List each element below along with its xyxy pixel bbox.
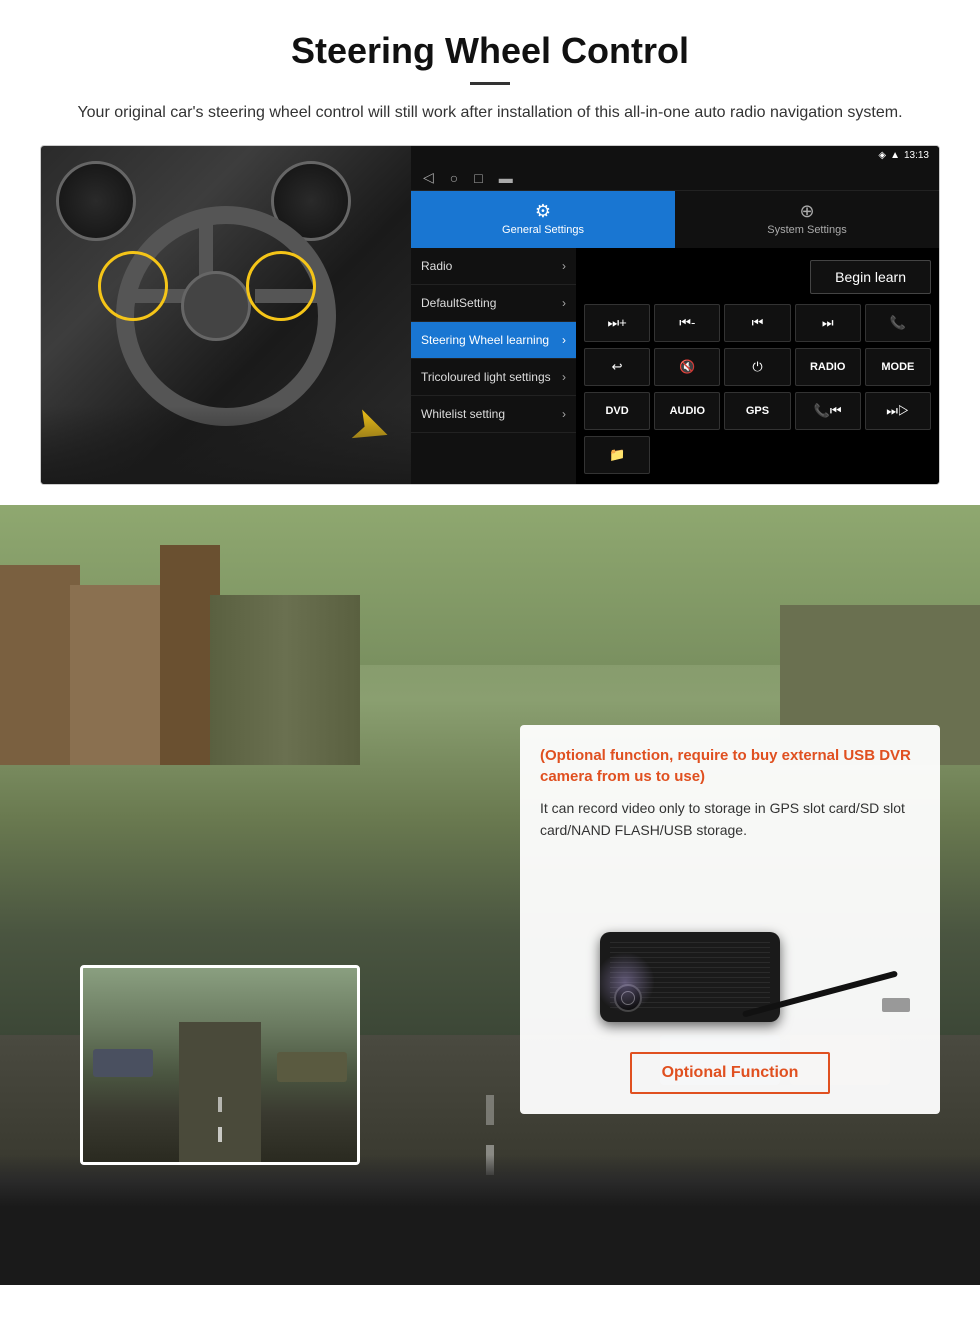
ui-screenshot: ➤ ◈ ▲ 13:13 ◁ ○ □ ▬ [40,145,940,485]
dashboard-bg [41,406,411,485]
android-nav-bar: ◁ ○ □ ▬ [411,165,939,191]
dvr-section: Support DVR (Optional function, require … [0,505,980,1285]
menu-item-tricoloured-label: Tricoloured light settings [421,370,551,384]
menu-item-whitelist-label: Whitelist setting [421,407,505,421]
building-2 [70,585,170,765]
ctrl-power[interactable]: ⏻ [724,348,790,386]
menu-nav-icon[interactable]: ▬ [499,170,513,186]
ctrl-mode[interactable]: MODE [865,348,931,386]
dvr-description: It can record video only to storage in G… [540,797,920,842]
chevron-icon-3: › [562,333,566,347]
android-statusbar: ◈ ▲ 13:13 [411,146,939,165]
wheel-center [181,271,251,341]
dvr-camera-image [540,862,920,1042]
steering-subtitle: Your original car's steering wheel contr… [60,101,920,125]
tab-system-label: System Settings [767,224,846,236]
ctrl-radio[interactable]: RADIO [795,348,861,386]
status-icons: ◈ ▲ 13:13 [878,150,929,161]
road-line-3 [486,1095,494,1125]
recent-nav-icon[interactable]: □ [474,170,482,186]
building-1 [0,565,80,765]
thumbnail-bg [83,968,357,1162]
dvr-optional-text: (Optional function, require to buy exter… [540,745,920,787]
home-nav-icon[interactable]: ○ [450,170,458,186]
control-grid-row1: ⏭+ ⏮- ⏮ ⏭ 📞 [584,304,931,342]
back-nav-icon[interactable]: ◁ [423,169,434,186]
optional-btn-container: Optional Function [540,1042,920,1094]
menu-item-steering-label: Steering Wheel learning [421,333,549,347]
menu-item-radio[interactable]: Radio › [411,248,576,285]
ctrl-phone[interactable]: 📞 [865,304,931,342]
control-grid-row2: ↩ 🔇 ⏻ RADIO MODE [584,348,931,386]
control-grid-row3: DVD AUDIO GPS 📞⏮ ⏭▷ [584,392,931,430]
ctrl-mute[interactable]: 🔇 [654,348,720,386]
menu-item-tricoloured[interactable]: Tricoloured light settings › [411,359,576,396]
wifi-icon: ▲ [890,150,900,161]
android-menu: Radio › DefaultSetting › Steering Wheel … [411,248,576,484]
dvr-info-box: (Optional function, require to buy exter… [520,725,940,1114]
tab-general-settings[interactable]: ⚙ General Settings [411,191,675,248]
menu-item-default-label: DefaultSetting [421,296,496,310]
thumb-car-2 [93,1049,153,1077]
ctrl-phone-prev[interactable]: 📞⏮ [795,392,861,430]
optional-function-button[interactable]: Optional Function [630,1052,831,1094]
begin-learn-row: Begin learn [584,256,931,298]
android-content: Radio › DefaultSetting › Steering Wheel … [411,248,939,484]
time-display: 13:13 [904,150,929,161]
ctrl-dvd[interactable]: DVD [584,392,650,430]
ctrl-vol-down[interactable]: ⏮- [654,304,720,342]
android-panel: Begin learn ⏭+ ⏮- ⏮ ⏭ 📞 ↩ 🔇 ⏻ [576,248,939,484]
steering-photo: ➤ [41,146,411,485]
page-title: Steering Wheel Control [40,30,940,72]
ctrl-prev[interactable]: ⏮ [724,304,790,342]
tab-general-label: General Settings [502,224,584,236]
ctrl-audio[interactable]: AUDIO [654,392,720,430]
highlight-right [246,251,316,321]
thumb-road-line-1 [218,1127,222,1142]
general-settings-icon: ⚙ [535,201,551,222]
ctrl-vol-up[interactable]: ⏭+ [584,304,650,342]
ctrl-folder[interactable]: 📁 [584,436,650,474]
ctrl-skip[interactable]: ⏭▷ [865,392,931,430]
chevron-icon: › [562,259,566,273]
location-icon: ◈ [878,150,886,161]
usb-plug [882,998,910,1012]
menu-item-whitelist[interactable]: Whitelist setting › [411,396,576,433]
dvr-thumbnail [80,965,360,1165]
thumb-car-1 [277,1052,347,1082]
begin-learn-button[interactable]: Begin learn [810,260,931,294]
ctrl-gps[interactable]: GPS [724,392,790,430]
chevron-icon-5: › [562,407,566,421]
menu-item-default-setting[interactable]: DefaultSetting › [411,285,576,322]
ctrl-hang-up[interactable]: ↩ [584,348,650,386]
system-settings-icon: ⊕ [799,201,814,222]
ctrl-next[interactable]: ⏭ [795,304,861,342]
hedge-1 [210,595,360,765]
chevron-icon-2: › [562,296,566,310]
steering-section: Steering Wheel Control Your original car… [0,0,980,485]
tab-system-settings[interactable]: ⊕ System Settings [675,191,939,248]
thumb-road-line-2 [218,1097,222,1112]
dvr-device-area [540,882,920,1042]
highlight-left [98,251,168,321]
menu-item-steering-wheel[interactable]: Steering Wheel learning › [411,322,576,359]
android-tabs: ⚙ General Settings ⊕ System Settings [411,191,939,248]
chevron-icon-4: › [562,370,566,384]
steering-wheel [106,196,346,436]
title-divider [470,82,510,85]
control-grid-row4: 📁 [584,436,931,474]
dashboard-bottom [0,1155,980,1285]
menu-item-radio-label: Radio [421,259,452,273]
android-interface: ◈ ▲ 13:13 ◁ ○ □ ▬ ⚙ General Settings ⊕ [411,146,939,484]
